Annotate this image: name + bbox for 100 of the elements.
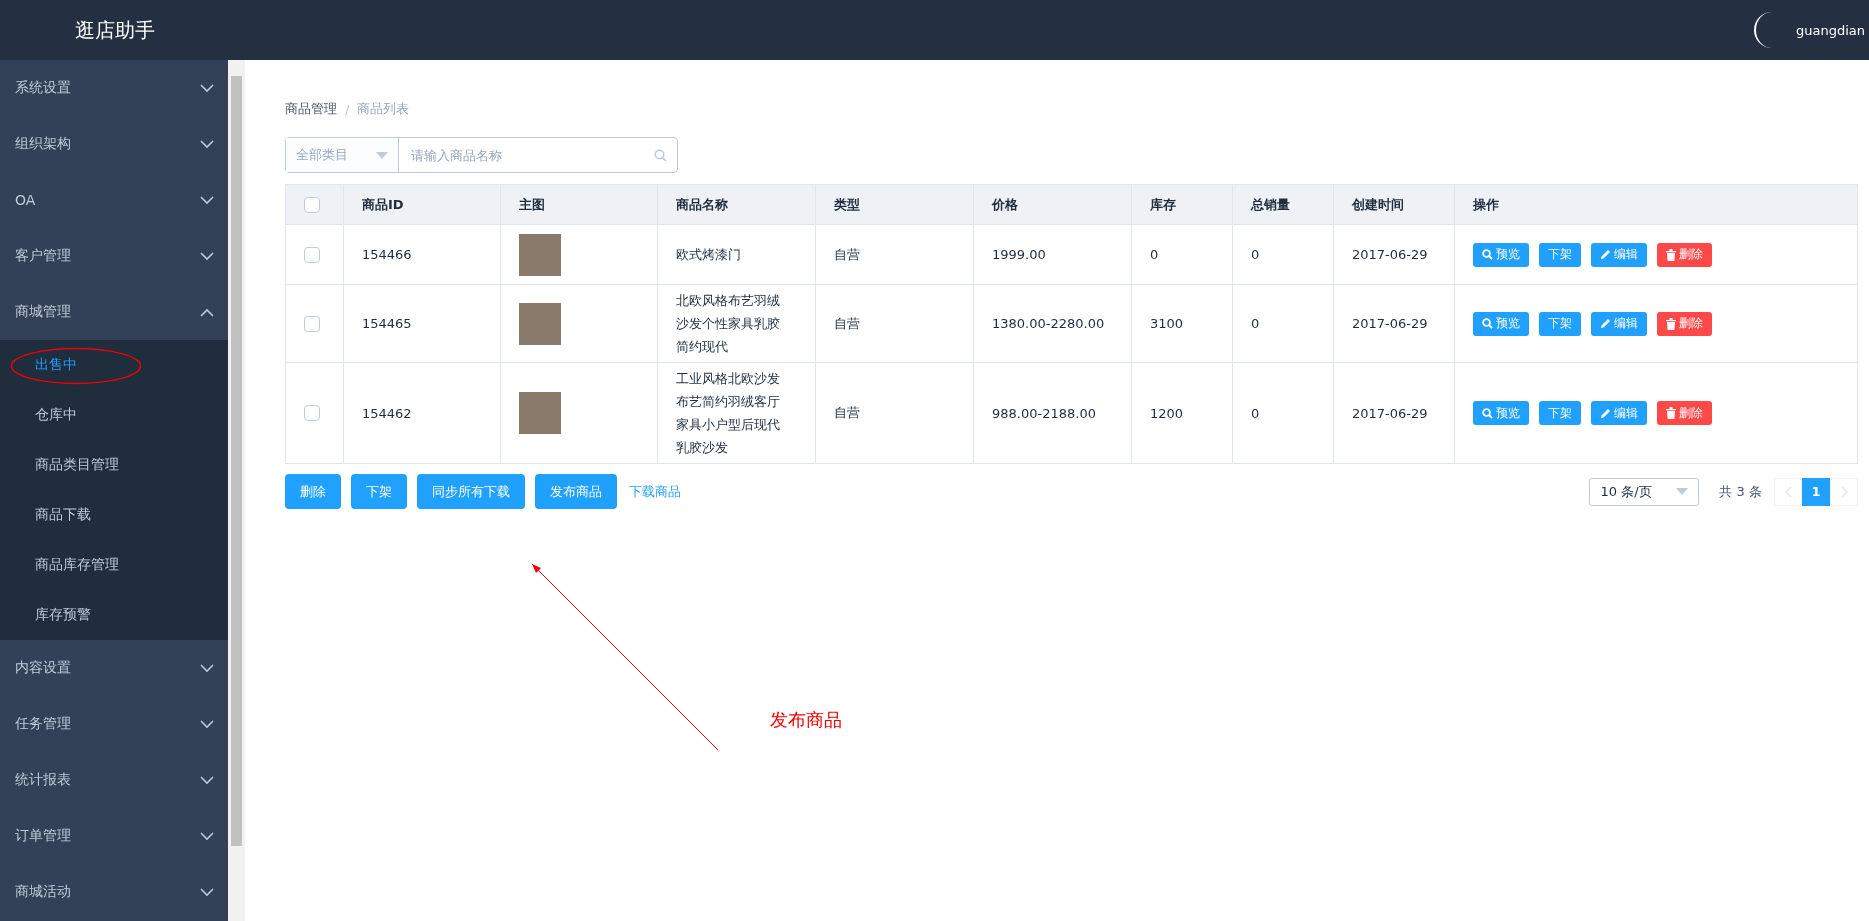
chevron-icon <box>200 831 214 841</box>
sidebar-submenu-item[interactable]: 仓库中 <box>0 390 228 440</box>
breadcrumb-item[interactable]: 商品列表 <box>357 100 410 118</box>
table-cell: 0 <box>1150 247 1159 262</box>
table-cell: 154462 <box>362 405 412 421</box>
category-select[interactable]: 全部类目 <box>286 138 399 172</box>
chevron-icon <box>200 663 214 673</box>
annotation-text: 发布商品 <box>770 708 842 732</box>
sidebar-menu-item[interactable]: 组织架构 <box>0 116 228 172</box>
action-button[interactable]: 发布商品 <box>535 474 617 509</box>
delete-button[interactable]: 删除 <box>1657 311 1712 336</box>
column-header: 创建时间 <box>1352 196 1404 212</box>
breadcrumb-separator: / <box>345 101 350 117</box>
column-header: 操作 <box>1473 196 1499 212</box>
caret-icon <box>1676 488 1689 495</box>
chevron-icon <box>200 251 214 261</box>
page-size-select[interactable]: 10 条/页 <box>1589 477 1700 506</box>
table-cell-text: 工业风格北欧沙发布艺简约羽绒客厅家具小户型后现代乳胶沙发 <box>676 370 781 457</box>
row-checkbox[interactable] <box>304 315 320 332</box>
sidebar-menu-item[interactable]: 商城活动 <box>0 864 228 920</box>
sidebar-submenu-item[interactable]: 出售中 <box>0 340 228 390</box>
table-cell: 2017-06-29 <box>1352 405 1428 421</box>
action-button[interactable]: 下架 <box>351 474 407 509</box>
unlist-button[interactable]: 下架 <box>1539 242 1581 267</box>
column-header: 价格 <box>992 196 1018 212</box>
table-cell: 自营 <box>834 315 860 331</box>
column-header: 商品ID <box>362 196 404 212</box>
chevron-icon <box>1840 485 1848 498</box>
edit-button[interactable]: 编辑 <box>1591 311 1647 336</box>
search-icon <box>654 148 667 162</box>
sidebar-submenu-item[interactable]: 商品库存管理 <box>0 540 228 590</box>
scrollbar[interactable] <box>231 76 242 846</box>
sidebar-submenu-item[interactable]: 库存预警 <box>0 590 228 640</box>
caret-icon <box>376 151 388 159</box>
table-cell: 自营 <box>834 405 860 420</box>
preview-button[interactable]: 预览 <box>1473 401 1529 425</box>
preview-button[interactable]: 预览 <box>1473 242 1529 267</box>
sidebar-menu-item[interactable]: 内容设置 <box>0 640 228 696</box>
app-title: 逛店助手 <box>75 16 156 44</box>
chevron-icon <box>200 83 214 93</box>
sidebar-menu-item[interactable]: 客户管理 <box>0 228 228 284</box>
chevron-icon <box>200 195 214 205</box>
next-page-button[interactable] <box>1830 477 1858 506</box>
sidebar-menu-item[interactable]: 订单管理 <box>0 808 228 864</box>
sidebar-menu-item[interactable]: OA <box>0 172 228 228</box>
pencil-icon <box>1600 318 1611 329</box>
unlist-button[interactable]: 下架 <box>1539 311 1581 336</box>
table-cell: 1999.00 <box>992 247 1046 262</box>
sidebar-menu-item[interactable]: 商城管理 <box>0 284 228 340</box>
unlist-button[interactable]: 下架 <box>1539 401 1581 425</box>
sidebar-menu-item[interactable]: 统计报表 <box>0 752 228 808</box>
delete-button[interactable]: 删除 <box>1657 242 1712 267</box>
chevron-icon <box>200 775 214 785</box>
table-cell: 自营 <box>834 246 860 262</box>
row-checkbox[interactable] <box>304 246 320 263</box>
table-cell: 154465 <box>362 316 412 331</box>
column-header: 类型 <box>834 196 860 212</box>
table-cell: 154466 <box>362 247 412 262</box>
action-button[interactable]: 删除 <box>285 474 341 509</box>
table-cell: 3100 <box>1150 316 1184 331</box>
edit-button[interactable]: 编辑 <box>1591 401 1647 425</box>
delete-button[interactable]: 删除 <box>1657 401 1712 425</box>
download-link[interactable]: 下载商品 <box>629 482 681 501</box>
table-cell: 988.00-2188.00 <box>992 405 1096 421</box>
table-cell: 1380.00-2280.00 <box>992 316 1105 331</box>
preview-button[interactable]: 预览 <box>1473 311 1529 336</box>
edit-button[interactable]: 编辑 <box>1591 242 1647 267</box>
table-cell: 2017-06-29 <box>1352 247 1428 262</box>
photo-placeholder <box>519 392 561 434</box>
table-cell-text: 北欧风格布艺羽绒沙发个性家具乳胶简约现代 <box>676 292 781 356</box>
pencil-icon <box>1600 249 1611 260</box>
photo-placeholder <box>519 233 561 276</box>
sidebar-menu-item[interactable]: 系统设置 <box>0 60 228 116</box>
action-button[interactable]: 同步所有下载 <box>417 474 525 509</box>
photo-placeholder <box>519 302 561 345</box>
select-all-checkbox[interactable] <box>304 196 320 213</box>
chevron-icon <box>200 139 214 149</box>
trash-icon <box>1666 317 1676 330</box>
sidebar-submenu-item[interactable]: 商品类目管理 <box>0 440 228 490</box>
column-header: 商品名称 <box>676 196 728 212</box>
search-bar[interactable]: 全部类目 请输入商品名称 <box>285 137 678 173</box>
search-icon <box>1482 249 1493 260</box>
search-icon <box>1482 407 1493 419</box>
row-checkbox[interactable] <box>304 405 320 421</box>
trash-icon <box>1666 407 1676 419</box>
table-cell: 1200 <box>1150 405 1184 421</box>
search-icon <box>1482 318 1493 329</box>
trash-icon <box>1666 248 1676 261</box>
chevron-icon <box>200 719 214 729</box>
page-number[interactable]: 1 <box>1802 477 1830 506</box>
breadcrumb-item[interactable]: 商品管理 <box>285 100 337 118</box>
chevron-icon <box>200 307 214 317</box>
sidebar-menu-item[interactable]: 任务管理 <box>0 696 228 752</box>
prev-page-button[interactable] <box>1774 477 1802 506</box>
username[interactable]: guangdian <box>1795 22 1865 38</box>
table-cell: 2017-06-29 <box>1352 316 1428 331</box>
total-count: 共 3 条 <box>1719 482 1762 501</box>
sidebar-submenu-item[interactable]: 商品下载 <box>0 490 228 540</box>
column-header: 主图 <box>519 196 545 212</box>
chevron-icon <box>200 887 214 897</box>
